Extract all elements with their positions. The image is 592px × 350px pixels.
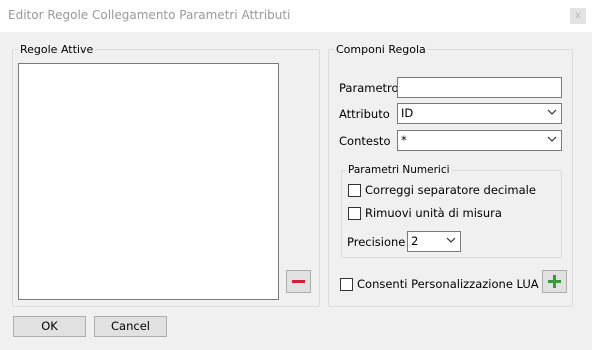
plus-icon bbox=[548, 275, 561, 288]
attributo-label: Attributo bbox=[339, 107, 390, 121]
precisione-value: 2 bbox=[411, 234, 419, 248]
close-button[interactable]: x bbox=[570, 8, 586, 24]
window-title: Editor Regole Collegamento Parametri Att… bbox=[8, 8, 291, 22]
rimuovi-unita-checkbox[interactable] bbox=[348, 207, 361, 220]
chevron-down-icon bbox=[547, 136, 557, 142]
cancel-button[interactable]: Cancel bbox=[94, 316, 167, 337]
precisione-select[interactable]: 2 bbox=[407, 231, 461, 252]
consenti-lua-checkbox[interactable] bbox=[340, 278, 353, 291]
regole-attive-legend: Regole Attive bbox=[18, 43, 96, 56]
correggi-separatore-label[interactable]: Correggi separatore decimale bbox=[365, 183, 536, 197]
remove-rule-button[interactable] bbox=[286, 270, 311, 293]
chevron-down-icon bbox=[547, 109, 557, 115]
componi-regola-legend: Componi Regola bbox=[334, 43, 428, 56]
rimuovi-unita-label[interactable]: Rimuovi unità di misura bbox=[365, 206, 502, 220]
parametri-numerici-legend: Parametri Numerici bbox=[346, 164, 452, 176]
ok-button[interactable]: OK bbox=[13, 316, 86, 337]
correggi-separatore-checkbox[interactable] bbox=[348, 184, 361, 197]
contesto-label: Contesto bbox=[339, 134, 391, 148]
parametro-label: Parametro bbox=[339, 81, 399, 95]
regole-attive-list[interactable] bbox=[18, 63, 279, 300]
consenti-lua-label[interactable]: Consenti Personalizzazione LUA bbox=[357, 277, 539, 291]
contesto-value: * bbox=[401, 133, 407, 147]
add-rule-button[interactable] bbox=[542, 270, 567, 293]
contesto-select[interactable]: * bbox=[397, 130, 562, 151]
chevron-down-icon bbox=[446, 237, 456, 243]
minus-icon bbox=[292, 280, 305, 283]
parametro-input[interactable] bbox=[397, 77, 562, 98]
precisione-label: Precisione bbox=[347, 235, 406, 249]
attributo-value: ID bbox=[401, 106, 414, 120]
attributo-select[interactable]: ID bbox=[397, 103, 562, 124]
